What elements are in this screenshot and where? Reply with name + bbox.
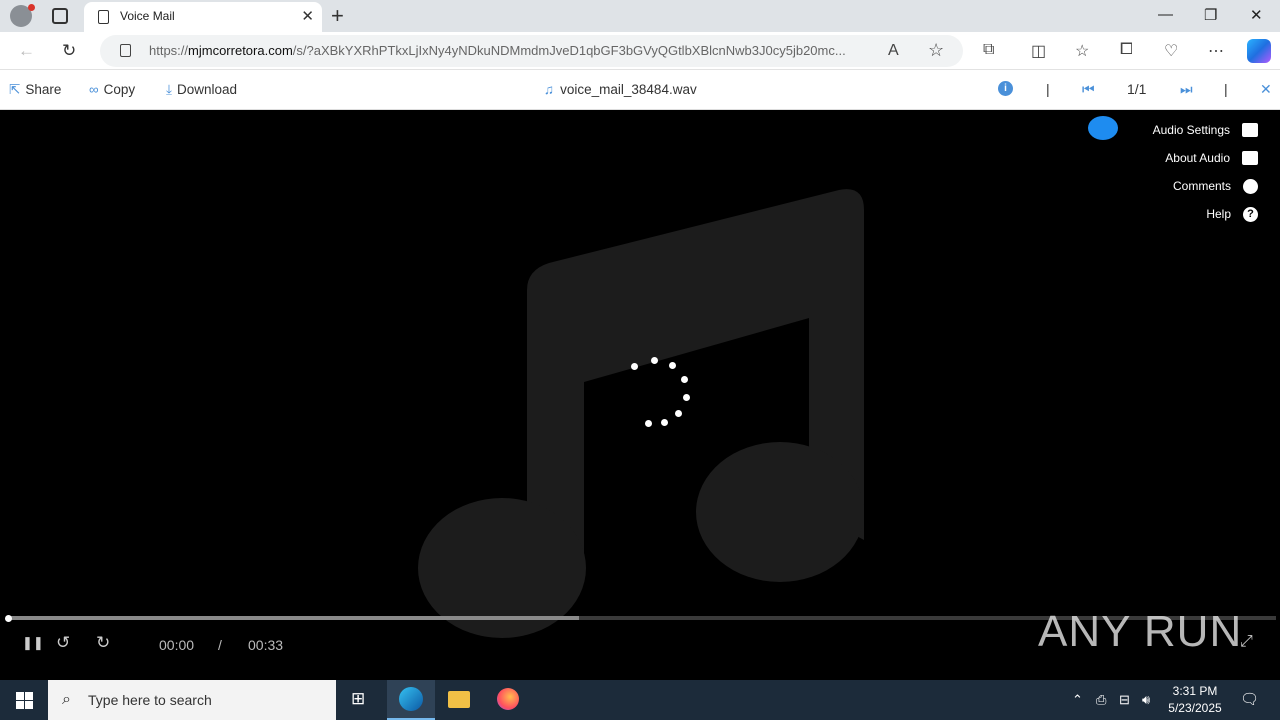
spinner-dot xyxy=(681,376,688,383)
windows-start-icon[interactable] xyxy=(16,692,33,709)
menu-about-audio-label: About Audio xyxy=(1165,151,1230,165)
favorite-star-icon[interactable]: ☆ xyxy=(928,40,944,61)
url-field[interactable]: https://mjmcorretora.com/s/?aXBkYXRhPTkx… xyxy=(100,35,963,67)
url-text: https://mjmcorretora.com/s/?aXBkYXRhPTkx… xyxy=(149,43,846,58)
network-icon[interactable]: ⊟ xyxy=(1119,692,1130,708)
restore-button[interactable]: ❐ xyxy=(1204,6,1217,24)
download-icon: ⤓ xyxy=(166,82,172,97)
lock-icon xyxy=(120,44,131,57)
menu-audio-settings[interactable]: Audio Settings xyxy=(1153,116,1258,144)
read-aloud-icon[interactable]: A xyxy=(888,42,899,60)
new-tab-button[interactable]: + xyxy=(331,3,344,29)
menu-audio-settings-label: Audio Settings xyxy=(1152,123,1230,137)
forward-icon[interactable]: ↻ xyxy=(96,633,110,653)
spinner-dot xyxy=(661,419,668,426)
seek-handle[interactable] xyxy=(5,615,12,622)
duration: 00:33 xyxy=(248,637,284,653)
spinner-dot xyxy=(675,410,682,417)
tab-actions-button[interactable] xyxy=(52,8,68,24)
tab-voice-mail[interactable]: Voice Mail ✕ xyxy=(84,2,322,32)
anyrun-watermark: ANY RUN xyxy=(1038,607,1243,656)
comment-icon xyxy=(1243,178,1258,194)
chat-bubble-icon[interactable] xyxy=(1088,116,1118,140)
toolbar-separator-2: | xyxy=(1224,81,1228,97)
time-separator: / xyxy=(218,637,222,653)
rewind-icon[interactable]: ↺ xyxy=(56,633,70,653)
favorites-icon[interactable]: ☆ xyxy=(1075,41,1089,61)
download-button[interactable]: ⤓ Download xyxy=(166,82,237,98)
minimize-button[interactable]: — xyxy=(1158,6,1173,23)
file-explorer-icon[interactable] xyxy=(435,680,483,720)
file-name-text: voice_mail_38484.wav xyxy=(560,82,697,97)
extensions-icon[interactable]: ⧉ xyxy=(983,41,994,59)
taskbar: ⌕ Type here to search ⊞ ⌃ ⎙ ⊟ 🔊︎ 3:31 PM… xyxy=(0,680,1280,720)
menu-comments[interactable]: Comments xyxy=(1153,172,1258,200)
share-icon: ⇱ xyxy=(9,82,21,97)
refresh-button[interactable]: ↻ xyxy=(62,41,76,61)
tab-close-button[interactable]: ✕ xyxy=(301,7,314,25)
page-counter: 1/1 xyxy=(1127,81,1147,97)
browser-essentials-icon[interactable]: ♡ xyxy=(1164,41,1178,61)
side-menu: Audio Settings About Audio Comments Help… xyxy=(1153,116,1258,228)
menu-about-audio[interactable]: About Audio xyxy=(1153,144,1258,172)
audio-player: Audio Settings About Audio Comments Help… xyxy=(4,110,1276,678)
edge-icon[interactable] xyxy=(387,680,435,720)
music-note-artwork xyxy=(418,189,864,638)
device-icon[interactable]: ⎙ xyxy=(1096,692,1106,708)
spinner-dot xyxy=(683,394,690,401)
file-name: ♫ voice_mail_38484.wav xyxy=(544,82,697,97)
play-icon xyxy=(1242,151,1258,165)
spinner-dot xyxy=(631,363,638,370)
share-button[interactable]: ⇱ Share xyxy=(9,82,61,98)
page-icon xyxy=(98,10,109,24)
show-hidden-icons[interactable]: ⌃ xyxy=(1072,692,1083,708)
copy-label: Copy xyxy=(103,82,136,97)
browser-tab-bar: Voice Mail ✕ + — ❐ ✕ xyxy=(0,0,1280,32)
close-window-button[interactable]: ✕ xyxy=(1250,6,1263,24)
pause-icon[interactable]: ❚❚ xyxy=(22,635,44,651)
copy-button[interactable]: ∞ Copy xyxy=(89,82,135,97)
link-icon: ∞ xyxy=(89,82,99,97)
fullscreen-icon[interactable]: ⤢ xyxy=(1240,633,1253,651)
help-icon: ? xyxy=(1243,206,1258,222)
spinner-dot xyxy=(645,420,652,427)
copilot-icon[interactable] xyxy=(1247,39,1271,63)
buffer-bar xyxy=(9,616,580,620)
more-menu-icon[interactable]: ⋯ xyxy=(1208,41,1224,61)
current-time: 00:00 xyxy=(159,637,195,653)
split-screen-icon[interactable]: ◫ xyxy=(1031,41,1046,61)
clock-time: 3:31 PM xyxy=(1172,684,1218,698)
system-clock[interactable]: 3:31 PM 5/23/2025 xyxy=(1162,683,1228,717)
back-button[interactable]: ← xyxy=(18,41,35,61)
address-bar-row: ← ↻ https://mjmcorretora.com/s/?aXBkYXRh… xyxy=(0,32,1280,70)
menu-comments-label: Comments xyxy=(1172,179,1231,193)
share-label: Share xyxy=(25,82,62,97)
firefox-icon[interactable] xyxy=(484,680,532,720)
menu-help-label: Help xyxy=(1206,207,1231,221)
search-placeholder: Type here to search xyxy=(88,692,212,708)
taskbar-search[interactable]: ⌕ Type here to search xyxy=(48,680,336,720)
notifications-icon[interactable]: 🗨︎ xyxy=(1240,690,1259,708)
next-icon[interactable]: ⏭ xyxy=(1180,81,1193,98)
tab-title: Voice Mail xyxy=(120,9,175,23)
volume-icon[interactable]: 🔊︎ xyxy=(1142,692,1150,708)
viewer-toolbar: ⇱ Share ∞ Copy ⤓ Download ♫ voice_mail_38484… xyxy=(0,70,1280,110)
toolbar-separator: | xyxy=(1046,81,1050,97)
previous-icon[interactable]: ⏮ xyxy=(1082,81,1095,98)
search-icon: ⌕ xyxy=(62,691,71,708)
info-icon[interactable]: i xyxy=(998,81,1013,96)
clock-date: 5/23/2025 xyxy=(1168,701,1222,715)
music-note-icon: ♫ xyxy=(544,82,555,97)
download-label: Download xyxy=(176,82,238,97)
spinner-dot xyxy=(651,357,658,364)
close-viewer-icon[interactable]: ✕ xyxy=(1260,81,1272,98)
spinner-dot xyxy=(669,362,676,369)
menu-help[interactable]: Help? xyxy=(1153,200,1258,228)
settings-icon xyxy=(1242,123,1258,137)
collections-icon[interactable]: ⧠ xyxy=(1120,41,1133,59)
task-view-icon[interactable]: ⊞ xyxy=(336,680,384,720)
notification-dot xyxy=(28,4,35,11)
